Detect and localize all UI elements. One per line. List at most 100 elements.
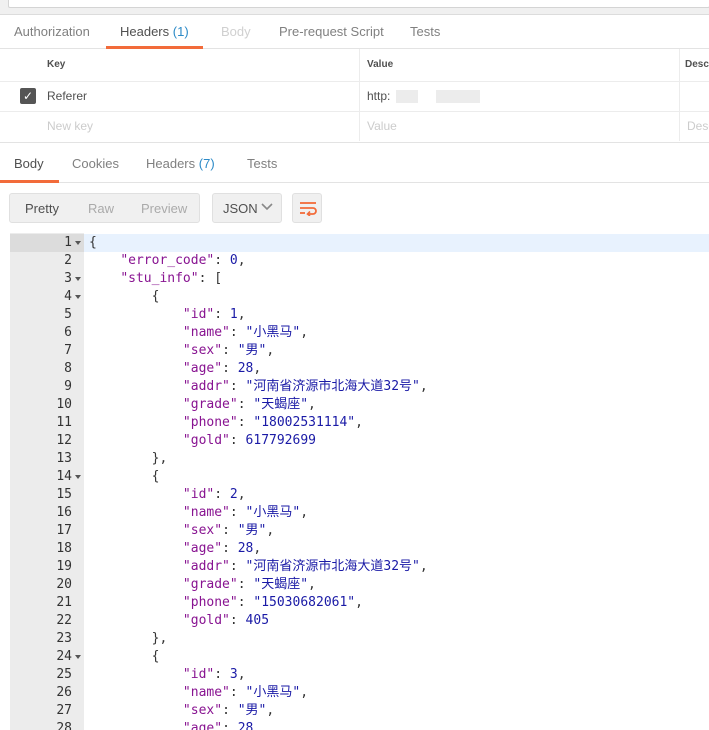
code-line: 19 "addr": "河南省济源市北海大道32号", [10,558,709,576]
json-value: 28 [237,721,254,730]
json-punctuation: : [229,505,246,520]
tab-label: Cookies [72,156,119,171]
tab-response-body[interactable]: Body [0,142,59,183]
line-number-cell: 27 [10,702,84,720]
code-text: "grade": "天蝎座", [89,396,316,414]
json-key: "id" [182,487,215,502]
tab-body[interactable]: Body [221,15,251,48]
line-number: 1 [64,235,72,250]
json-key: "error_code" [120,253,215,268]
json-key: "addr" [182,379,230,394]
json-punctuation: { [151,469,160,484]
json-key: "phone" [182,415,238,430]
tab-response-tests[interactable]: Tests [247,142,277,182]
header-description-field[interactable] [680,81,709,111]
line-number: 14 [56,469,72,484]
code-line: 16 "name": "小黑马", [10,504,709,522]
json-punctuation: : [222,703,238,718]
fold-toggle-icon[interactable] [75,277,81,281]
json-value: "男" [237,523,267,538]
json-value: 617792699 [245,433,316,448]
fold-toggle-icon[interactable] [75,295,81,299]
code-text: "age": 28, [89,540,261,558]
json-value: 28 [237,361,254,376]
code-line: 8 "age": 28, [10,360,709,378]
response-body-editor[interactable]: 1{2 "error_code": 0, 3 "stu_info": [4 {5 … [10,233,709,730]
tab-label: Body [14,156,44,171]
json-punctuation: , [237,307,246,322]
json-value: "小黑马" [245,685,301,700]
code-line: 7 "sex": "男", [10,342,709,360]
line-number-cell: 13 [10,450,84,468]
code-text: "name": "小黑马", [89,324,308,342]
json-punctuation: , [237,667,246,682]
json-punctuation: : [229,685,246,700]
json-value: "18002531114" [253,415,356,430]
line-number: 19 [56,559,72,574]
line-number-cell: 1 [10,234,84,252]
tab-authorization[interactable]: Authorization [14,15,90,48]
json-punctuation: , [300,325,309,340]
json-punctuation: : [237,415,254,430]
json-punctuation: , [253,541,262,556]
json-punctuation: : [214,307,230,322]
json-punctuation: : [229,433,246,448]
code-text: "name": "小黑马", [89,684,308,702]
tab-headers[interactable]: Headers (1) [106,15,203,49]
line-number: 23 [56,631,72,646]
code-line: 12 "gold": 617792699 [10,432,709,450]
json-value: "男" [237,343,267,358]
code-text: }, [89,630,168,648]
json-punctuation: : [222,361,238,376]
code-text: "id": 2, [89,486,246,504]
format-dropdown[interactable]: JSON [212,193,282,223]
json-punctuation: : [229,325,246,340]
json-key: "name" [182,685,230,700]
json-punctuation: , [308,397,316,412]
tab-cookies[interactable]: Cookies [72,142,119,182]
tab-response-headers[interactable]: Headers (7) [146,142,215,182]
view-preview-button[interactable]: Preview [141,194,187,222]
new-key-input[interactable]: New key [40,111,360,141]
check-icon[interactable]: ✓ [20,88,36,104]
code-line: 27 "sex": "男", [10,702,709,720]
line-number: 5 [64,307,72,322]
line-number: 11 [56,415,72,430]
code-line: 6 "name": "小黑马", [10,324,709,342]
json-punctuation: { [151,289,160,304]
headers-count-badge: (1) [172,24,189,39]
json-value: 2 [229,487,238,502]
fold-toggle-icon[interactable] [75,241,81,245]
json-punctuation: : [229,613,246,628]
json-key: "grade" [182,577,238,592]
fold-toggle-icon[interactable] [75,475,81,479]
code-line: 20 "grade": "天蝎座", [10,576,709,594]
line-number-cell: 21 [10,594,84,612]
line-number: 6 [64,325,72,340]
json-punctuation: : [222,343,238,358]
code-text: "id": 3, [89,666,246,684]
json-value: 3 [229,667,238,682]
wrap-lines-button[interactable] [292,193,322,223]
code-text: "grade": "天蝎座", [89,576,316,594]
code-text: "error_code": 0, [89,252,245,270]
new-value-input[interactable]: Value [360,111,680,141]
fold-toggle-icon[interactable] [75,655,81,659]
code-text: "id": 1, [89,306,246,324]
json-punctuation: : [237,595,254,610]
line-number-cell: 2 [10,252,84,270]
view-pretty-button[interactable]: Pretty [25,194,59,222]
line-number-cell: 4 [10,288,84,306]
json-key: "gold" [182,433,230,448]
header-key-field[interactable]: Referer [40,81,360,111]
view-raw-button[interactable]: Raw [88,194,114,222]
tab-tests[interactable]: Tests [410,15,440,48]
url-input-edge[interactable] [8,0,709,8]
line-number: 2 [64,253,72,268]
new-description-input[interactable]: Desc [680,111,709,141]
code-line: 9 "addr": "河南省济源市北海大道32号", [10,378,709,396]
tab-pre-request-script[interactable]: Pre-request Script [279,15,384,48]
json-punctuation: : [222,541,238,556]
json-punctuation: : [222,721,238,730]
line-number: 26 [56,685,72,700]
